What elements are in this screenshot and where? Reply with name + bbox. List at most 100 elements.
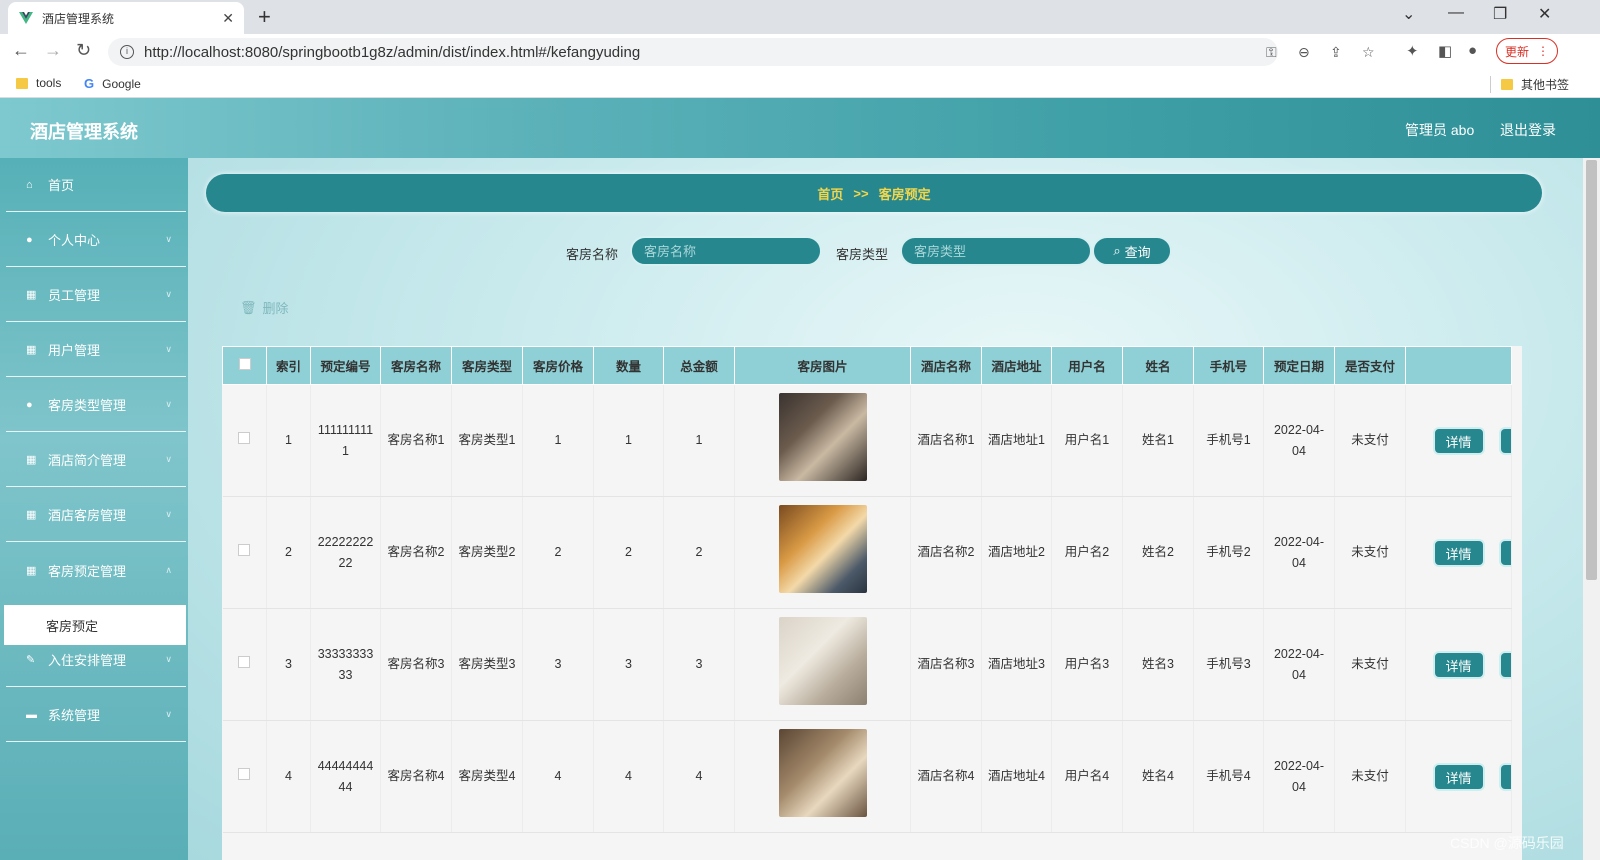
sidebar-item-label: 用户管理 bbox=[48, 343, 101, 358]
room-image[interactable] bbox=[778, 617, 867, 705]
cell-date: 2022-04-04 bbox=[1263, 384, 1335, 497]
key-icon[interactable]: ⚿ bbox=[1266, 44, 1277, 61]
sidebar-item-label: 客房类型管理 bbox=[48, 398, 127, 413]
select-all-checkbox[interactable] bbox=[222, 346, 267, 385]
edit-button[interactable] bbox=[1499, 427, 1511, 455]
chevron-down-icon: ∨ bbox=[165, 454, 172, 464]
row-checkbox[interactable] bbox=[222, 720, 267, 833]
room-image[interactable] bbox=[778, 729, 867, 817]
table-row: 1 1111111111 客房名称1 客房类型1 1 1 1 酒店名称1 酒店地址1 用户名1 姓名… bbox=[222, 384, 1512, 497]
folder-icon bbox=[16, 77, 28, 89]
cell-name: 姓名1 bbox=[1122, 384, 1194, 497]
cell-paid: 未支付 bbox=[1334, 384, 1406, 497]
detail-button[interactable]: 详情 bbox=[1432, 538, 1485, 567]
cell-qty: 2 bbox=[593, 496, 664, 609]
share-icon[interactable]: ⇪ bbox=[1330, 44, 1342, 61]
cell-room-type: 客房类型2 bbox=[451, 496, 523, 609]
sidebar-item-reservations[interactable]: ▦ 客房预定管理 ∧ bbox=[6, 543, 186, 597]
sidebar-item-hotel-intro[interactable]: ▦ 酒店简介管理 ∨ bbox=[6, 433, 186, 487]
delete-button[interactable]: 🗑 删除 bbox=[240, 298, 289, 317]
logout-button[interactable]: 退出登录 bbox=[1500, 120, 1556, 140]
cell-paid: 未支付 bbox=[1334, 608, 1406, 721]
cell-total: 2 bbox=[663, 496, 735, 609]
bookmark-google[interactable]: G Google bbox=[84, 76, 141, 91]
detail-button[interactable]: 详情 bbox=[1432, 650, 1485, 679]
grid-icon: ▦ bbox=[26, 344, 37, 356]
minimize-icon[interactable]: — bbox=[1448, 4, 1464, 22]
detail-button[interactable]: 详情 bbox=[1432, 762, 1485, 791]
cell-date: 2022-04-04 bbox=[1263, 720, 1335, 833]
room-name-input[interactable] bbox=[630, 236, 822, 266]
back-icon[interactable]: ← bbox=[12, 40, 30, 61]
edit-button[interactable] bbox=[1499, 539, 1511, 567]
sidepanel-icon[interactable]: ◧ bbox=[1438, 42, 1452, 60]
sidebar-item-room-types[interactable]: ● 客房类型管理 ∨ bbox=[6, 378, 186, 432]
sidebar-item-staff[interactable]: ▦ 员工管理 ∨ bbox=[6, 268, 186, 322]
watermark: CSDN @源码乐园 bbox=[1450, 835, 1564, 851]
row-checkbox[interactable] bbox=[222, 608, 267, 721]
detail-button[interactable]: 详情 bbox=[1432, 426, 1485, 455]
extensions-icon[interactable]: ✦ bbox=[1406, 42, 1419, 60]
bookmark-other[interactable]: 其他书签 bbox=[1490, 76, 1569, 93]
breadcrumb-separator: >> bbox=[853, 185, 869, 201]
scroll-thumb[interactable] bbox=[1586, 160, 1597, 580]
restore-icon[interactable]: ❐ bbox=[1493, 4, 1507, 24]
profile-icon[interactable]: ● bbox=[1468, 42, 1477, 59]
chevron-down-icon: ∨ bbox=[165, 234, 172, 244]
sidebar-item-system[interactable]: ▬ 系统管理 ∨ bbox=[6, 688, 186, 742]
sidebar-item-checkin[interactable]: ✎ 入住安排管理 ∨ bbox=[6, 633, 186, 687]
zoom-icon[interactable]: ⊖ bbox=[1298, 44, 1310, 61]
delete-label: 删除 bbox=[262, 301, 289, 316]
row-checkbox[interactable] bbox=[222, 496, 267, 609]
tab-close-icon[interactable]: ✕ bbox=[222, 10, 234, 27]
window-close-icon[interactable]: ✕ bbox=[1538, 4, 1551, 24]
forward-icon[interactable]: → bbox=[44, 40, 62, 61]
sidebar-item-profile[interactable]: ● 个人中心 ∨ bbox=[6, 213, 186, 267]
room-image-cell bbox=[734, 720, 911, 833]
edit-button[interactable] bbox=[1499, 651, 1511, 679]
cell-date: 2022-04-04 bbox=[1263, 496, 1335, 609]
col-header: 酒店名称 bbox=[910, 346, 982, 385]
address-bar[interactable]: i http://localhost:8080/springbootb1g8z/… bbox=[108, 38, 1375, 66]
room-type-input[interactable] bbox=[900, 236, 1092, 266]
home-icon: ⌂ bbox=[26, 178, 33, 191]
room-image[interactable] bbox=[778, 505, 867, 593]
cell-date: 2022-04-04 bbox=[1263, 608, 1335, 721]
room-image[interactable] bbox=[778, 393, 867, 481]
cell-name: 姓名3 bbox=[1122, 608, 1194, 721]
breadcrumb-home[interactable]: 首页 bbox=[817, 184, 843, 203]
query-button[interactable]: ⌕ 查询 bbox=[1092, 236, 1172, 266]
browser-tab[interactable]: 酒店管理系统 ✕ bbox=[8, 2, 244, 34]
row-checkbox[interactable] bbox=[222, 384, 267, 497]
new-tab-button[interactable]: + bbox=[258, 4, 271, 30]
cell-address: 酒店地址3 bbox=[981, 608, 1052, 721]
table-header-row: 索引 预定编号 客房名称 客房类型 客房价格 数量 总金额 客房图片 酒店名称 … bbox=[222, 346, 1512, 385]
cell-room-name: 客房名称4 bbox=[380, 720, 452, 833]
chevron-up-icon: ∧ bbox=[165, 564, 172, 575]
bookmarks-bar: tools G Google 其他书签 bbox=[0, 70, 1600, 98]
edit-button[interactable] bbox=[1499, 763, 1511, 791]
page-scrollbar[interactable] bbox=[1583, 158, 1600, 860]
cell-index: 3 bbox=[266, 608, 311, 721]
chevron-down-icon: ∨ bbox=[165, 344, 172, 354]
cell-address: 酒店地址4 bbox=[981, 720, 1052, 833]
grid-icon: ▦ bbox=[26, 564, 37, 577]
chevron-down-icon: ∨ bbox=[165, 289, 172, 299]
reload-icon[interactable]: ↻ bbox=[76, 40, 91, 61]
sidebar-item-hotel-rooms[interactable]: ▦ 酒店客房管理 ∨ bbox=[6, 488, 186, 542]
update-label: 更新 bbox=[1504, 44, 1529, 59]
chevron-down-icon: ∨ bbox=[165, 399, 172, 409]
site-info-icon[interactable]: i bbox=[120, 45, 134, 59]
cell-room-type: 客房类型4 bbox=[451, 720, 523, 833]
cell-price: 2 bbox=[522, 496, 594, 609]
bookmark-tools[interactable]: tools bbox=[16, 76, 61, 90]
menu-kebab-icon: ⋮ bbox=[1537, 44, 1549, 58]
room-image-cell bbox=[734, 496, 911, 609]
update-button[interactable]: 更新 ⋮ bbox=[1496, 38, 1558, 64]
sidebar-item-home[interactable]: ⌂ 首页 bbox=[6, 158, 186, 212]
bookmark-label: tools bbox=[36, 76, 62, 90]
tab-search-icon[interactable]: ⌄ bbox=[1402, 4, 1415, 24]
star-icon[interactable]: ☆ bbox=[1362, 44, 1375, 61]
sidebar-item-users[interactable]: ▦ 用户管理 ∨ bbox=[6, 323, 186, 377]
col-header: 预定编号 bbox=[310, 346, 381, 385]
